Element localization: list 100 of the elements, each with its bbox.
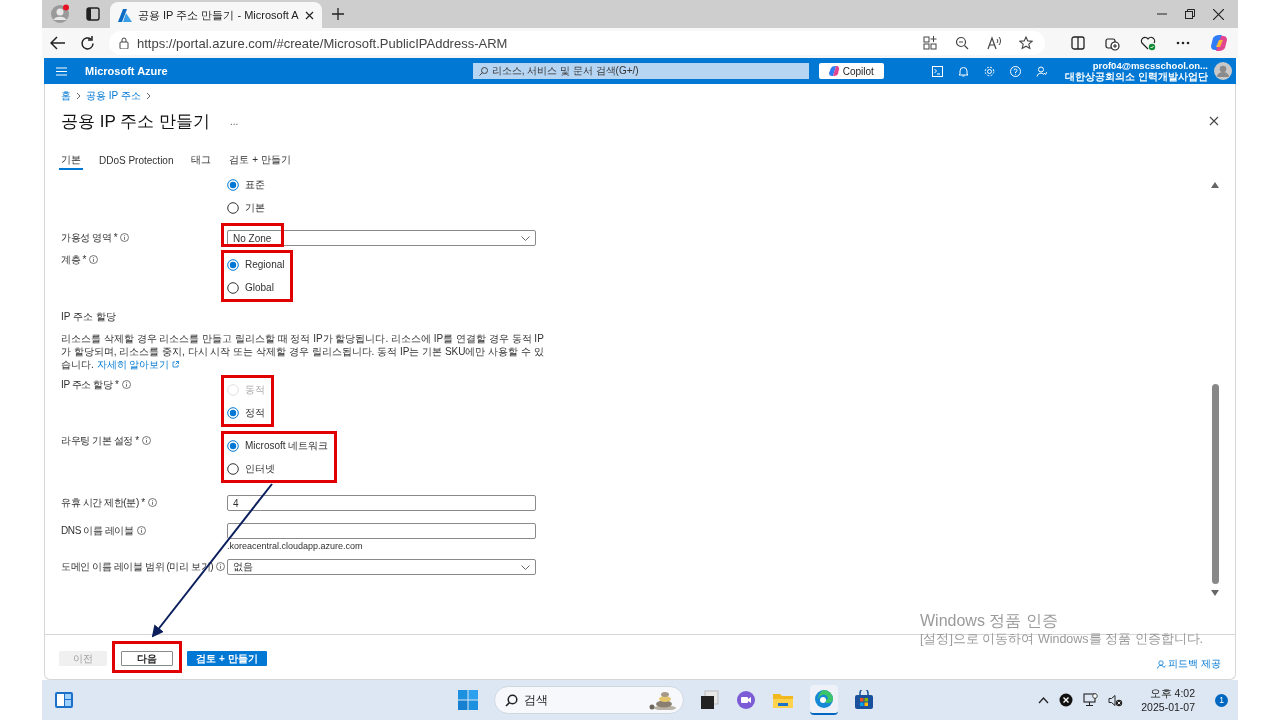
external-link-icon xyxy=(172,361,180,368)
read-aloud-icon[interactable] xyxy=(987,36,1001,50)
more-options[interactable]: ... xyxy=(229,115,239,127)
help-icon[interactable] xyxy=(1010,65,1022,77)
input-field[interactable]: 4 xyxy=(227,495,536,511)
field-label: IP 주소 할당 * xyxy=(61,378,119,392)
tab[interactable]: 태그 xyxy=(189,152,214,170)
collections-icon[interactable] xyxy=(1105,35,1120,51)
url-text: https://portal.azure.com/#create/Microsoft.PublicIPAddress-ARM xyxy=(137,35,509,51)
chevron-up-icon[interactable] xyxy=(1038,696,1050,704)
restore-icon[interactable] xyxy=(1185,9,1195,19)
input-field[interactable] xyxy=(227,523,536,539)
radio-button-icon[interactable] xyxy=(227,201,239,214)
radio-label: 동적 xyxy=(245,382,265,397)
settings-icon[interactable] xyxy=(984,65,996,77)
tab-title: 공용 IP 주소 만들기 - Microsoft A xyxy=(138,7,299,23)
scroll-up-icon xyxy=(1211,182,1219,188)
address-bar[interactable]: https://portal.azure.com/#create/Microsoft.PublicIPAddress-ARM xyxy=(109,31,1045,55)
search-field[interactable]: 리소스, 서비스 및 문서 검색(G+/) xyxy=(472,63,809,79)
section-heading: IP 주소 할당 xyxy=(61,310,117,324)
activation-title: Windows 정품 인증 xyxy=(920,611,1059,631)
search-icon xyxy=(505,693,518,707)
tab[interactable]: 기본 xyxy=(59,152,83,170)
field-label: 라우팅 기본 설정 * xyxy=(61,434,139,448)
zoom-out-icon[interactable] xyxy=(955,36,969,50)
feedback-link[interactable]: 피드백 제공 xyxy=(1157,657,1221,671)
field-label: DNS 이름 레이블 xyxy=(61,524,134,538)
review-create-button[interactable]: 검토 + 만들기 xyxy=(187,651,267,667)
radio-button-icon[interactable] xyxy=(227,462,239,475)
chevron-right-icon xyxy=(145,92,151,100)
folder-icon[interactable] xyxy=(772,691,794,709)
dropdown[interactable]: No Zone xyxy=(227,230,536,246)
radio-button-icon[interactable] xyxy=(227,406,239,419)
back-icon[interactable] xyxy=(50,36,66,50)
lock-icon xyxy=(119,37,129,49)
store-icon[interactable] xyxy=(854,690,874,710)
notifications-icon[interactable] xyxy=(958,65,970,77)
chevron-right-icon xyxy=(76,92,81,100)
more-icon[interactable] xyxy=(1176,41,1190,45)
edge-browser-icon[interactable] xyxy=(810,685,838,715)
scroll-down-icon xyxy=(1211,590,1219,596)
field-label: 계층 * xyxy=(61,253,87,267)
radio-label: 인터넷 xyxy=(245,461,275,476)
dropdown[interactable]: 없음 xyxy=(227,559,536,575)
start-icon[interactable] xyxy=(458,690,478,710)
health-icon[interactable] xyxy=(1140,35,1156,51)
field-label: 가용성 영역 * xyxy=(61,231,118,245)
refresh-icon[interactable] xyxy=(80,35,95,51)
portal-brand[interactable]: Microsoft Azure xyxy=(85,65,168,77)
error-icon[interactable] xyxy=(1059,693,1074,707)
next-button[interactable]: 다음 xyxy=(121,651,173,666)
tab[interactable]: DDoS Protection xyxy=(97,152,176,170)
radio-button-icon[interactable] xyxy=(227,281,239,294)
close-icon[interactable] xyxy=(1209,116,1219,126)
radio-button-icon[interactable] xyxy=(227,178,239,191)
breadcrumb-link[interactable]: 공용 IP 주소 xyxy=(86,89,141,103)
split-screen-icon[interactable] xyxy=(1071,36,1085,50)
field-label: 유휴 시간 제한(분) * xyxy=(61,496,145,510)
section-description: 리소스를 삭제할 경우 리소스를 만들고 릴리스할 때 정적 IP가 할당됩니다. 리소스에 IP를 연결할 경우 동적 IP가 할당되며, 리소스를 중지, 다시 시작 또는 삭제할 경우 릴리스됩니다. 동적 IP는 기본 SKU에만 사용할 수 있습니다. 자세히 알아보기 xyxy=(61,332,545,371)
account-email: prof04@mscsschool.on... xyxy=(1092,60,1208,71)
muted-speaker-icon[interactable] xyxy=(1108,693,1124,707)
profile-avatar-icon[interactable] xyxy=(50,4,70,24)
cloud-shell-icon[interactable] xyxy=(932,65,944,77)
feedback-person-icon xyxy=(1157,659,1167,669)
chevron-down-icon xyxy=(521,235,530,241)
stones-icon xyxy=(647,690,677,710)
new-tab-icon[interactable] xyxy=(332,8,344,20)
clock-date: 2025-01-07 xyxy=(1141,700,1195,714)
clock-time: 오후 4:02 xyxy=(1149,686,1195,700)
radio-button-icon[interactable] xyxy=(227,258,239,271)
account-info[interactable]: prof04@mscsschool.on... 대한상공회의소 인력개발사업단 xyxy=(1065,60,1208,82)
app-grid-icon[interactable] xyxy=(923,36,937,50)
user-avatar-icon[interactable] xyxy=(1214,62,1232,80)
search-icon xyxy=(478,66,488,76)
copilot-button[interactable]: Copilot xyxy=(818,63,884,79)
widgets-icon[interactable] xyxy=(54,691,74,709)
azure-logo-icon xyxy=(118,8,132,22)
feedback-person-icon[interactable] xyxy=(1036,65,1048,77)
radio-label: Microsoft 네트워크 xyxy=(245,438,329,453)
menu-icon[interactable] xyxy=(56,66,67,76)
system-clock[interactable]: 오후 4:02 2025-01-07 xyxy=(1141,686,1195,714)
task-view-icon[interactable] xyxy=(700,690,720,710)
copilot-logo-icon xyxy=(828,66,839,76)
star-icon[interactable] xyxy=(1019,36,1033,50)
breadcrumb-link[interactable]: 홈 xyxy=(61,89,71,103)
radio-button-icon[interactable] xyxy=(227,439,239,452)
learn-more-link[interactable]: 자세히 알아보기 xyxy=(96,359,180,370)
close-icon[interactable] xyxy=(1213,8,1224,20)
radio-label: Regional xyxy=(245,259,285,270)
tab-actions-icon[interactable] xyxy=(86,7,100,21)
tab[interactable]: 검토 + 만들기 xyxy=(227,152,293,170)
taskbar-search[interactable]: 검색 xyxy=(494,686,684,714)
radio-label: Global xyxy=(245,282,274,293)
close-icon[interactable] xyxy=(305,10,314,20)
browser-tab[interactable]: 공용 IP 주소 만들기 - Microsoft A xyxy=(110,2,322,28)
copilot-logo-icon[interactable] xyxy=(1210,34,1228,52)
video-chat-icon[interactable] xyxy=(736,690,756,710)
network-icon[interactable] xyxy=(1083,693,1099,707)
radio-label: 표준 xyxy=(245,177,265,192)
notification-badge[interactable]: 1 xyxy=(1215,693,1228,707)
